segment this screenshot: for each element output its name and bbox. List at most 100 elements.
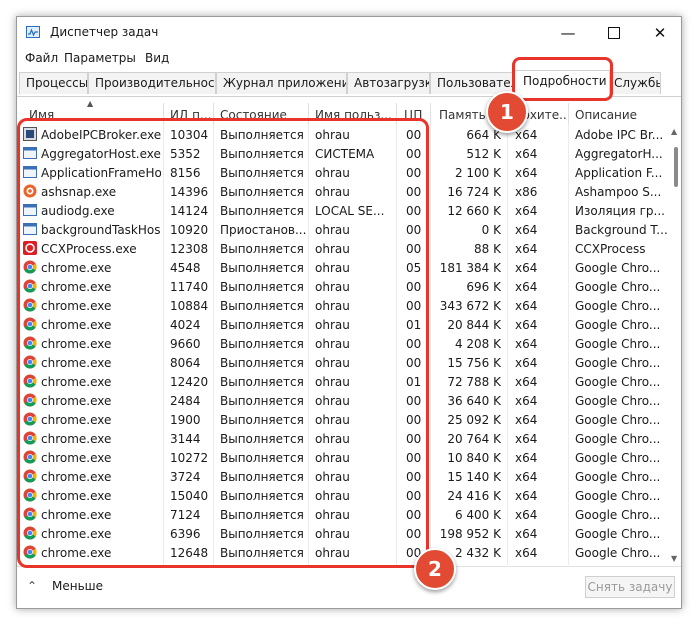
process-arch: x64 — [515, 242, 538, 256]
process-arch: x64 — [515, 318, 538, 332]
process-memory: 16 724 K — [447, 185, 501, 199]
process-arch: x64 — [515, 489, 538, 503]
menu-file[interactable]: Файл — [25, 51, 58, 65]
menu-view[interactable]: Вид — [145, 51, 169, 65]
process-memory: 24 416 K — [447, 489, 501, 503]
process-memory: 12 660 K — [447, 204, 501, 218]
process-memory: 198 952 K — [439, 527, 501, 541]
sort-ascending-icon: ▲ — [87, 99, 94, 108]
process-arch: x64 — [515, 432, 538, 446]
scroll-up-icon[interactable]: ▲ — [671, 127, 677, 136]
process-arch: x64 — [515, 223, 538, 237]
process-memory: 6 400 K — [454, 508, 501, 522]
process-arch: x64 — [515, 166, 538, 180]
tab-app-history[interactable]: Журнал приложений — [216, 72, 347, 94]
scroll-down-icon[interactable]: ▼ — [671, 554, 677, 563]
process-memory: 15 140 K — [447, 470, 501, 484]
process-arch: x64 — [515, 280, 538, 294]
minimize-button[interactable]: — — [545, 17, 591, 48]
process-memory: 664 K — [466, 128, 501, 142]
process-arch: x64 — [515, 470, 538, 484]
process-description: Google Chro... — [575, 546, 661, 560]
annotation-badge-2: 2 — [414, 548, 456, 590]
process-memory: 10 840 K — [447, 451, 501, 465]
process-memory: 2 100 K — [454, 166, 501, 180]
column-divider[interactable] — [430, 103, 431, 125]
process-arch: x64 — [515, 527, 538, 541]
fewer-details-button[interactable]: Меньше — [52, 579, 103, 593]
process-memory: 36 640 K — [447, 394, 501, 408]
process-memory: 15 756 K — [447, 356, 501, 370]
process-description: Google Chro... — [575, 508, 661, 522]
process-memory: 343 672 K — [439, 299, 501, 313]
minimize-icon: — — [560, 23, 576, 42]
process-description: Google Chro... — [575, 451, 661, 465]
footer-bar: ⌃ Меньше Снять задачу — [17, 566, 681, 608]
process-memory: 88 K — [474, 242, 501, 256]
tab-services[interactable]: Службы — [610, 72, 661, 94]
end-task-button[interactable]: Снять задачу — [585, 576, 675, 598]
process-arch: x64 — [515, 128, 538, 142]
process-description: Google Chro... — [575, 356, 661, 370]
close-button[interactable]: ✕ — [637, 17, 681, 48]
vertical-scrollbar[interactable]: ▲ ▼ — [669, 125, 681, 565]
highlight-process-list — [17, 118, 429, 568]
process-description: Google Chro... — [575, 527, 661, 541]
process-memory: 72 788 K — [447, 375, 501, 389]
process-description: Google Chro... — [575, 375, 661, 389]
process-description: Google Chro... — [575, 261, 661, 275]
highlight-details-tab — [512, 57, 613, 101]
process-memory: 696 K — [466, 280, 501, 294]
process-description: Изоляция гр... — [575, 204, 665, 218]
col-header-description[interactable]: Описание — [575, 108, 665, 122]
process-description: Google Chro... — [575, 299, 661, 313]
chevron-up-icon[interactable]: ⌃ — [27, 579, 37, 593]
process-memory: 4 208 K — [454, 337, 501, 351]
process-description: Google Chro... — [575, 394, 661, 408]
tab-performance[interactable]: Производительность — [88, 72, 216, 94]
process-arch: x64 — [515, 508, 538, 522]
process-memory: 512 K — [466, 147, 501, 161]
process-description: Ashampoo S... — [575, 185, 662, 199]
menu-options[interactable]: Параметры — [64, 51, 136, 65]
process-description: AggregatorH... — [575, 147, 663, 161]
process-arch: x64 — [515, 375, 538, 389]
tab-processes[interactable]: Процессы — [19, 72, 88, 94]
process-description: Google Chro... — [575, 337, 661, 351]
process-description: CCXProcess — [575, 242, 646, 256]
process-arch: x64 — [515, 451, 538, 465]
maximize-button[interactable] — [591, 17, 637, 48]
title-bar: Диспетчер задач — ✕ — [17, 17, 681, 48]
process-description: Google Chro... — [575, 318, 661, 332]
process-arch: x64 — [515, 413, 538, 427]
tab-startup[interactable]: Автозагрузка — [347, 72, 430, 94]
process-description: Google Chro... — [575, 432, 661, 446]
process-arch: x64 — [515, 356, 538, 370]
process-description: Google Chro... — [575, 413, 661, 427]
process-description: Application F... — [575, 166, 663, 180]
process-arch: x64 — [515, 394, 538, 408]
task-manager-icon — [26, 26, 40, 38]
process-memory: 20 844 K — [447, 318, 501, 332]
maximize-icon — [608, 26, 620, 39]
process-arch: x64 — [515, 337, 538, 351]
process-arch: x64 — [515, 204, 538, 218]
process-memory: 25 092 K — [447, 413, 501, 427]
annotation-badge-1: 1 — [486, 91, 528, 133]
process-memory: 181 384 K — [439, 261, 501, 275]
process-arch: x64 — [515, 147, 538, 161]
process-description: Google Chro... — [575, 489, 661, 503]
scrollbar-thumb[interactable] — [674, 147, 678, 187]
process-description: Google Chro... — [575, 470, 661, 484]
process-description: Adobe IPC Br... — [575, 128, 664, 142]
process-arch: x86 — [515, 185, 538, 199]
process-description: Google Chro... — [575, 280, 661, 294]
process-memory: 0 K — [481, 223, 501, 237]
process-description: Background T... — [575, 223, 667, 237]
column-divider[interactable] — [568, 103, 569, 125]
process-arch: x64 — [515, 261, 538, 275]
process-memory: 20 764 K — [447, 432, 501, 446]
close-icon: ✕ — [653, 23, 667, 42]
process-arch: x64 — [515, 546, 538, 560]
window-title: Диспетчер задач — [50, 25, 159, 39]
